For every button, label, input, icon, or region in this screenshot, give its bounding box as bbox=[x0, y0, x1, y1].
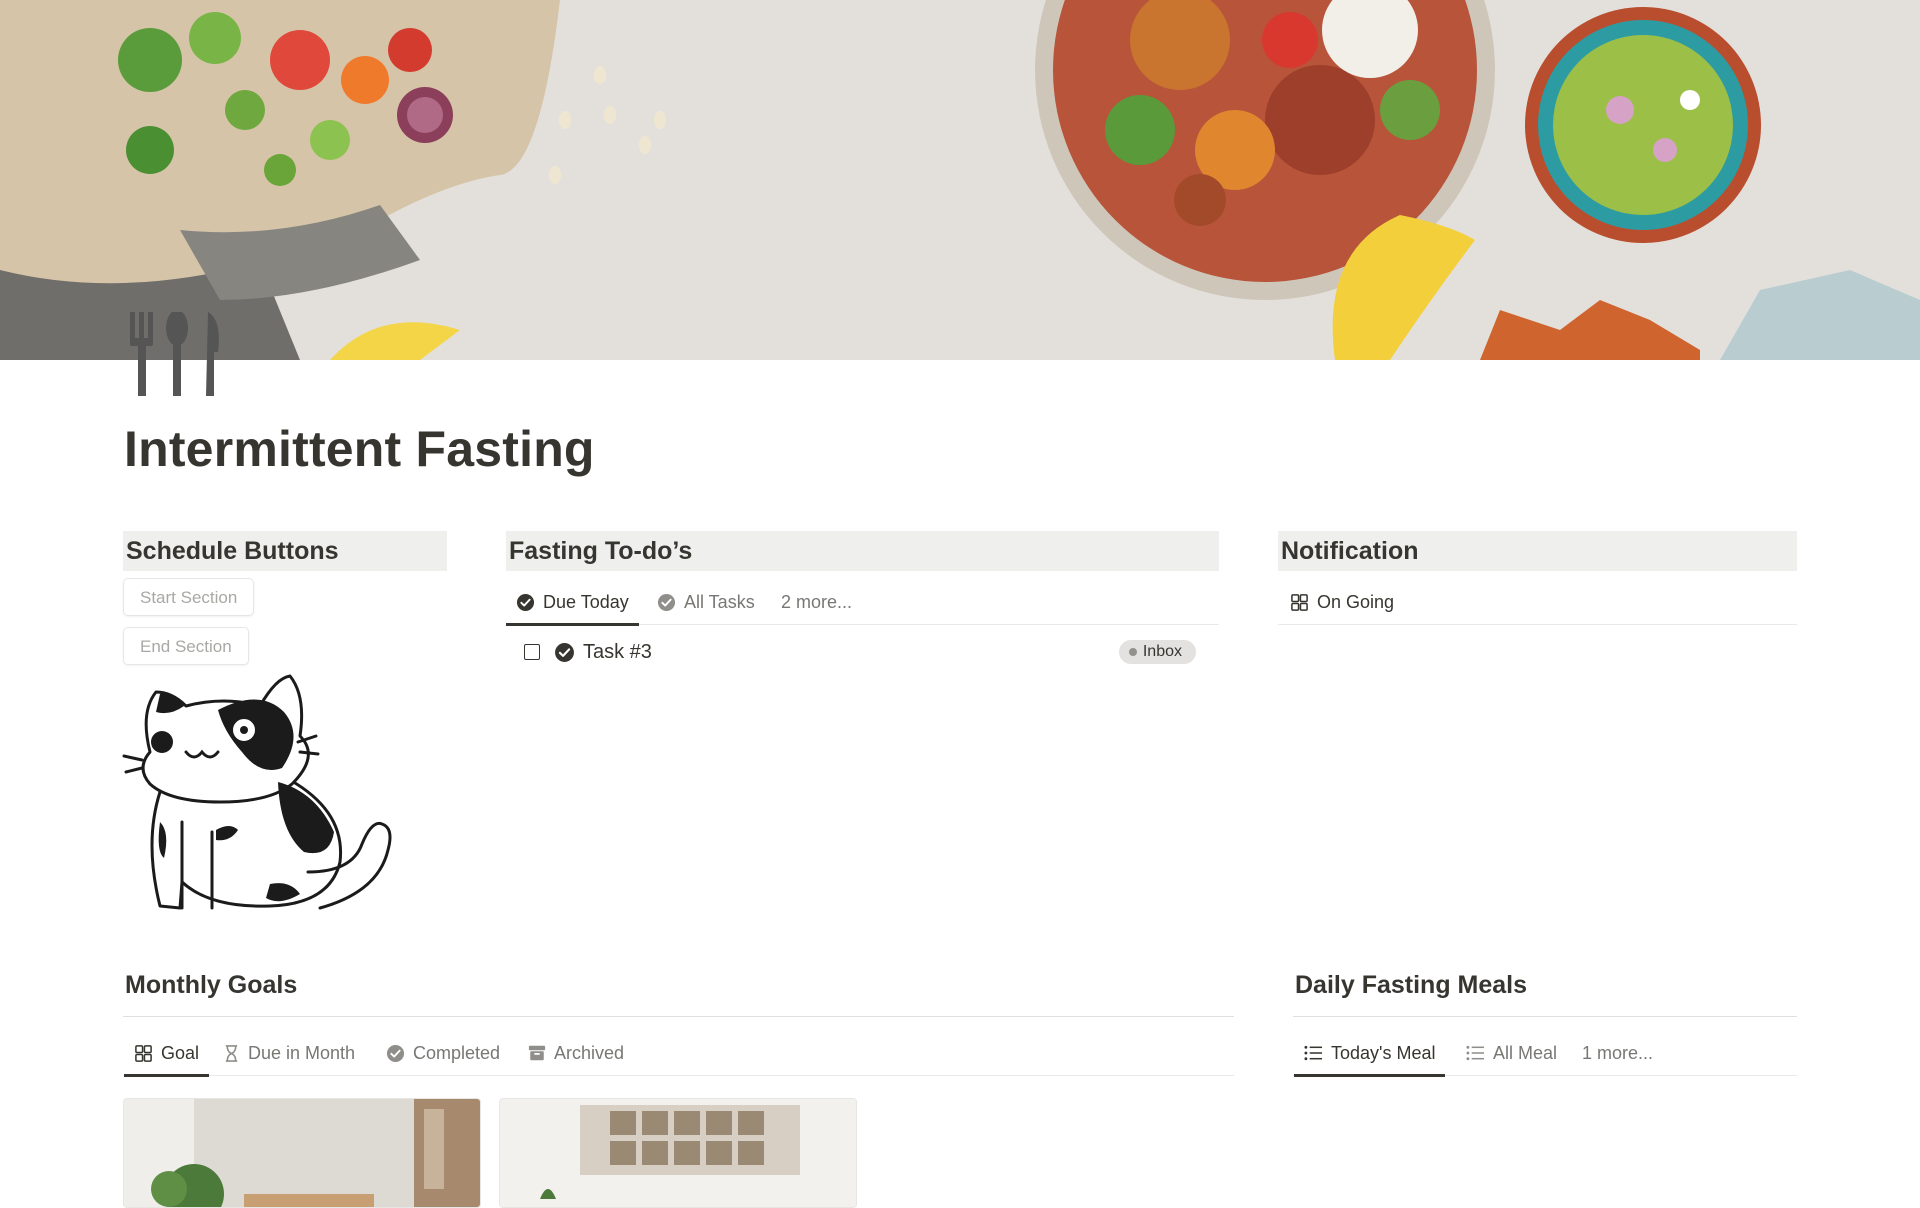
tab-label: All Meal bbox=[1493, 1042, 1558, 1063]
tab-archived[interactable]: Archived bbox=[528, 1030, 624, 1076]
todos-view-tabs: Due Today All Tasks 2 more... bbox=[506, 579, 1219, 626]
tab-label: Today's Meal bbox=[1331, 1042, 1436, 1063]
tab-label: Completed bbox=[413, 1042, 501, 1063]
daily-fasting-meals-header: Daily Fasting Meals bbox=[1295, 971, 1528, 999]
goal-card-cover bbox=[124, 1099, 480, 1207]
task-name[interactable]: Task #3 bbox=[583, 641, 652, 664]
goal-card-cover bbox=[500, 1099, 856, 1207]
check-circle-icon bbox=[555, 642, 574, 662]
check-circle-icon bbox=[516, 593, 535, 611]
status-label: Inbox bbox=[1142, 643, 1182, 660]
gallery-grid-icon bbox=[135, 1044, 152, 1062]
tab-on-going[interactable]: On Going bbox=[1290, 579, 1394, 625]
food-cover-illustration bbox=[0, 0, 1920, 360]
check-circle-icon bbox=[657, 593, 676, 611]
tab-more-views[interactable]: 2 more... bbox=[781, 579, 852, 625]
archive-box-icon bbox=[528, 1045, 546, 1061]
schedule-buttons-header: Schedule Buttons bbox=[123, 531, 447, 571]
list-icon bbox=[1304, 1045, 1323, 1061]
goals-view-tabs: Goal Due in Month Completed Archived bbox=[123, 1030, 1234, 1077]
tab-completed[interactable]: Completed bbox=[386, 1030, 500, 1076]
tab-label: Due in Month bbox=[248, 1042, 356, 1063]
goal-card[interactable] bbox=[123, 1098, 481, 1208]
active-tab-underline bbox=[124, 1074, 210, 1077]
tab-all-tasks[interactable]: All Tasks bbox=[657, 579, 755, 625]
section-divider bbox=[123, 1016, 1234, 1017]
tab-label: Due Today bbox=[543, 591, 629, 612]
status-dot bbox=[1128, 648, 1137, 656]
tab-due-today[interactable]: Due Today bbox=[506, 579, 639, 626]
tab-due-in-month[interactable]: Due in Month bbox=[223, 1030, 355, 1076]
check-circle-icon bbox=[386, 1044, 405, 1062]
gallery-grid-icon bbox=[1291, 593, 1308, 611]
tab-label: All Tasks bbox=[684, 591, 755, 612]
tab-label: 1 more... bbox=[1582, 1042, 1654, 1063]
tab-todays-meal[interactable]: Today's Meal bbox=[1294, 1030, 1446, 1077]
tab-goal[interactable]: Goal bbox=[124, 1030, 210, 1077]
active-tab-underline bbox=[506, 623, 639, 626]
meals-view-tabs: Today's Meal All Meal 1 more... bbox=[1293, 1030, 1797, 1077]
active-tab-underline bbox=[1294, 1074, 1446, 1077]
page-title: Intermittent Fasting bbox=[124, 421, 595, 477]
list-icon bbox=[1466, 1045, 1485, 1061]
task-checkbox[interactable] bbox=[524, 644, 540, 660]
fasting-todos-header: Fasting To-do’s bbox=[506, 531, 1219, 571]
cover-image bbox=[0, 0, 1920, 360]
notification-view-tabs: On Going bbox=[1278, 579, 1797, 625]
start-section-button[interactable]: Start Section bbox=[123, 578, 255, 616]
end-section-button[interactable]: End Section bbox=[123, 627, 249, 665]
tab-label: On Going bbox=[1317, 591, 1395, 612]
tab-more-views[interactable]: 1 more... bbox=[1582, 1030, 1653, 1076]
tab-all-meal[interactable]: All Meal bbox=[1466, 1030, 1557, 1076]
tab-label: Goal bbox=[161, 1042, 200, 1063]
fork-knife-spoon-icon[interactable] bbox=[128, 312, 222, 396]
cat-illustration bbox=[122, 674, 392, 910]
monthly-goals-header: Monthly Goals bbox=[125, 971, 298, 999]
section-divider bbox=[1293, 1016, 1797, 1017]
table-row[interactable]: Task #3 Inbox bbox=[518, 634, 1208, 670]
status-badge: Inbox bbox=[1118, 640, 1196, 664]
tab-label: 2 more... bbox=[781, 591, 853, 612]
hourglass-icon bbox=[225, 1044, 238, 1062]
tab-label: Archived bbox=[554, 1042, 625, 1063]
goal-card[interactable] bbox=[499, 1098, 857, 1208]
notification-header: Notification bbox=[1278, 531, 1797, 571]
